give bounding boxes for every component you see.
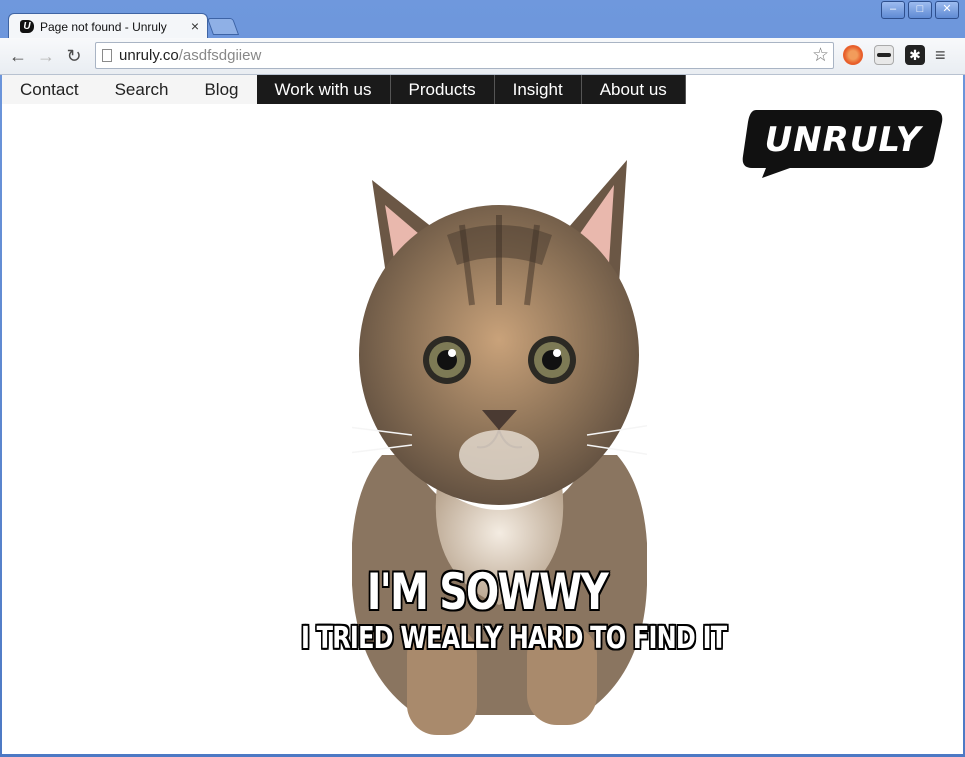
caption-sub: I TRIED WEALLY HARD TO FIND IT bbox=[301, 621, 727, 656]
tab-strip: U Page not found - Unruly × – □ ✕ bbox=[0, 0, 965, 39]
unruly-logo[interactable]: UNRULY bbox=[742, 108, 944, 178]
back-arrow-icon[interactable]: ← bbox=[6, 44, 30, 68]
tab-close-icon[interactable]: × bbox=[191, 18, 199, 34]
extension-icon-asterisk[interactable]: ✱ bbox=[905, 45, 925, 65]
nav-about-us[interactable]: About us bbox=[581, 75, 686, 104]
browser-tab[interactable]: U Page not found - Unruly × bbox=[8, 13, 208, 39]
maximize-button[interactable]: □ bbox=[908, 1, 932, 19]
new-tab-button[interactable] bbox=[206, 18, 240, 35]
url-path: /asdfsdgiiew bbox=[178, 47, 262, 64]
nav-products[interactable]: Products bbox=[390, 75, 495, 104]
nav-insight[interactable]: Insight bbox=[494, 75, 582, 104]
reload-icon[interactable]: ↻ bbox=[62, 44, 86, 68]
page-icon bbox=[102, 49, 112, 62]
window-controls: – □ ✕ bbox=[881, 1, 959, 19]
nav-search[interactable]: Search bbox=[96, 75, 187, 104]
site-nav: Contact Search Blog Work with us Product… bbox=[2, 75, 686, 104]
unruly-favicon-icon: U bbox=[20, 20, 34, 33]
browser-toolbar: ← → ↻ unruly.co/asdfsdgiiew ☆ ✱ ≡ bbox=[0, 38, 965, 75]
caption-main: I'M SOWWY bbox=[366, 563, 609, 621]
menu-icon[interactable]: ≡ bbox=[935, 45, 946, 65]
extension-icon-orange[interactable] bbox=[843, 45, 863, 65]
nav-blog[interactable]: Blog bbox=[186, 75, 257, 104]
url-host: unruly.co bbox=[119, 47, 179, 64]
tab-title: Page not found - Unruly bbox=[40, 20, 167, 34]
star-icon[interactable]: ☆ bbox=[812, 44, 829, 67]
forward-arrow-icon[interactable]: → bbox=[34, 44, 58, 68]
nav-contact[interactable]: Contact bbox=[2, 75, 97, 104]
close-window-button[interactable]: ✕ bbox=[935, 1, 959, 19]
extension-icon-mask[interactable] bbox=[874, 45, 894, 65]
url-text: unruly.co/asdfsdgiiew bbox=[119, 47, 261, 64]
logo-text: UNRULY bbox=[765, 120, 924, 160]
nav-work-with-us[interactable]: Work with us bbox=[256, 75, 391, 104]
kitten-meme: I'M SOWWY I TRIED WEALLY HARD TO FIND IT bbox=[282, 135, 727, 750]
kitten-image bbox=[352, 160, 647, 735]
minimize-button[interactable]: – bbox=[881, 1, 905, 19]
page-viewport: Contact Search Blog Work with us Product… bbox=[2, 75, 963, 754]
address-bar[interactable]: unruly.co/asdfsdgiiew ☆ bbox=[95, 42, 834, 69]
browser-window: U Page not found - Unruly × – □ ✕ ← → ↻ … bbox=[0, 0, 965, 757]
